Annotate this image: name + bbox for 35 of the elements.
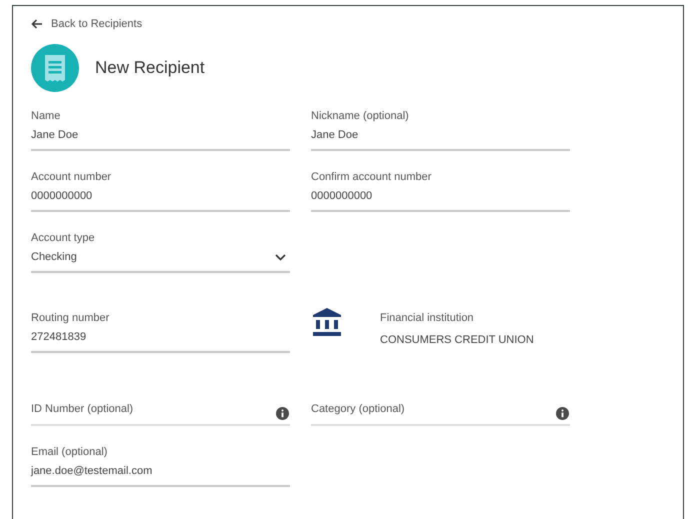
text-field[interactable]: Confirm account number 0000000000: [311, 169, 570, 212]
info-icon[interactable]: [556, 407, 569, 420]
text-field[interactable]: Nickname (optional) Jane Doe: [311, 108, 570, 151]
arrow-left-icon: [31, 19, 43, 29]
field-value: 0000000000: [311, 189, 374, 204]
field-label: Financial institution: [380, 311, 475, 326]
field-value: Checking: [31, 250, 77, 265]
info-icon[interactable]: [276, 407, 289, 420]
text-field[interactable]: Email (optional) jane.doe@testemail.com: [31, 444, 290, 487]
field-label: Nickname (optional): [311, 109, 410, 124]
select-field[interactable]: Account type Checking: [31, 230, 290, 273]
page-title: New Recipient: [95, 57, 205, 80]
text-field[interactable]: Routing number 272481839: [31, 310, 290, 353]
institution-name: CONSUMERS CREDIT UNION: [380, 333, 534, 348]
field-value: 272481839: [31, 330, 88, 345]
field-value: Jane Doe: [31, 128, 80, 143]
bank-icon: [312, 307, 342, 337]
field-label: Name: [31, 109, 62, 124]
field-value: 0000000000: [31, 189, 94, 204]
back-link[interactable]: Back to Recipients: [31, 16, 142, 32]
field-value: jane.doe@testemail.com: [31, 464, 154, 479]
field-label: Category (optional): [311, 402, 405, 417]
field-label: Email (optional): [31, 445, 108, 460]
field-label: Confirm account number: [311, 170, 432, 185]
receipt-icon: [31, 44, 79, 92]
chevron-down-icon: [275, 254, 286, 260]
field-label: Account number: [31, 170, 112, 185]
text-field[interactable]: ID Number (optional): [31, 401, 290, 426]
text-field[interactable]: Name Jane Doe: [31, 108, 290, 151]
field-label: Account type: [31, 231, 96, 246]
text-field[interactable]: Account number 0000000000: [31, 169, 290, 212]
field-label: Routing number: [31, 311, 110, 326]
field-label: ID Number (optional): [31, 402, 134, 417]
text-field[interactable]: Category (optional): [311, 401, 570, 426]
field-value: Jane Doe: [311, 128, 360, 143]
